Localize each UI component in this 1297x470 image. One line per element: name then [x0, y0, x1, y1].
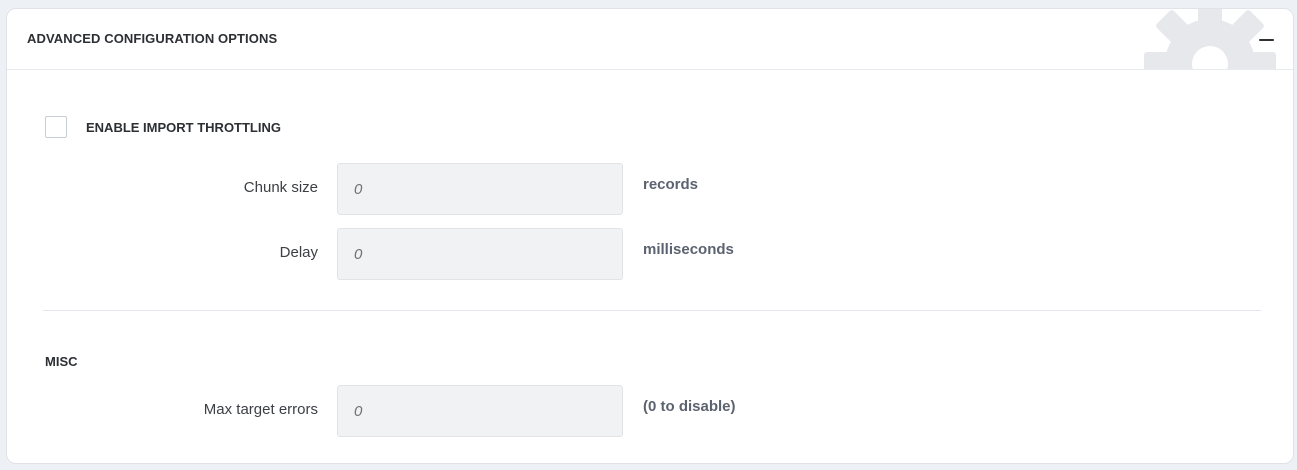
max-target-errors-hint: (0 to disable)	[643, 398, 736, 415]
max-target-errors-input[interactable]	[337, 385, 623, 437]
max-target-errors-label: Max target errors	[203, 401, 318, 418]
chunk-size-label: Chunk size	[243, 179, 318, 196]
delay-row: Delay milliseconds	[7, 228, 1293, 280]
delay-input[interactable]	[337, 228, 623, 280]
enable-throttling-checkbox[interactable]	[45, 116, 67, 138]
collapse-button[interactable]	[1253, 27, 1279, 53]
panel-header[interactable]: ADVANCED CONFIGURATION OPTIONS	[7, 9, 1293, 70]
delay-label: Delay	[279, 244, 318, 261]
chunk-size-row: Chunk size records	[7, 163, 1293, 215]
misc-section-title: MISC	[45, 354, 78, 369]
max-target-errors-row: Max target errors (0 to disable)	[7, 385, 1293, 437]
advanced-config-panel: ADVANCED CONFIGURATION OPTIONS ENABLE IM…	[6, 8, 1294, 464]
enable-throttling-label[interactable]: ENABLE IMPORT THROTTLING	[86, 120, 281, 135]
chunk-size-unit: records	[643, 176, 699, 193]
minus-icon	[1259, 39, 1274, 41]
enable-throttling-row[interactable]: ENABLE IMPORT THROTTLING	[45, 116, 281, 138]
chunk-size-input[interactable]	[337, 163, 623, 215]
section-divider	[43, 310, 1261, 311]
panel-title: ADVANCED CONFIGURATION OPTIONS	[27, 31, 278, 46]
delay-unit: milliseconds	[643, 241, 734, 258]
